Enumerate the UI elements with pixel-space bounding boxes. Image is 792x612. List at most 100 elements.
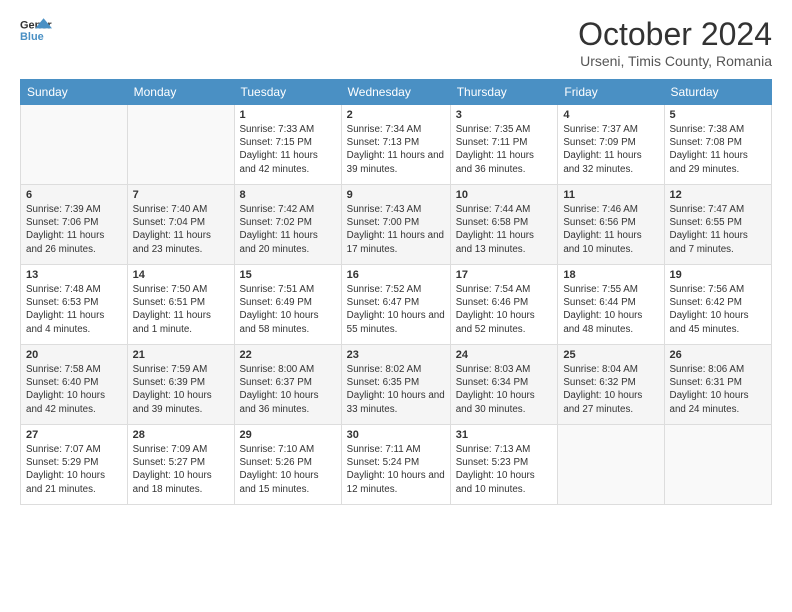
day-info: Sunrise: 7:54 AMSunset: 6:46 PMDaylight:… xyxy=(456,284,535,335)
day-number: 27 xyxy=(26,429,122,441)
calendar-cell: 19 Sunrise: 7:56 AMSunset: 6:42 PMDayligh… xyxy=(664,265,771,345)
calendar-cell xyxy=(664,425,771,505)
day-number: 20 xyxy=(26,349,122,361)
calendar-cell: 11Sunrise: 7:46 AMSunset: 6:56 PMDayligh… xyxy=(558,185,664,265)
month-title: October 2024 xyxy=(578,16,772,53)
page-header: General Blue October 2024 Urseni, Timis … xyxy=(20,16,772,69)
calendar-cell xyxy=(127,105,234,185)
day-info: Sunrise: 8:00 AMSunset: 6:37 PMDaylight:… xyxy=(240,364,319,415)
logo: General Blue xyxy=(20,16,52,44)
day-info: Sunrise: 7:39 AMSunset: 7:06 PMDaylight:… xyxy=(26,204,104,255)
calendar-cell: 24 Sunrise: 8:03 AMSunset: 6:34 PMDayligh… xyxy=(450,345,558,425)
day-info: Sunrise: 7:55 AMSunset: 6:44 PMDaylight:… xyxy=(563,284,642,335)
calendar-week-row: 20Sunrise: 7:58 AMSunset: 6:40 PMDayligh… xyxy=(21,345,772,425)
day-info: Sunrise: 8:03 AMSunset: 6:34 PMDaylight:… xyxy=(456,364,535,415)
day-info: Sunrise: 7:44 AMSunset: 6:58 PMDaylight:… xyxy=(456,204,534,255)
day-info: Sunrise: 7:51 AMSunset: 6:49 PMDaylight:… xyxy=(240,284,319,335)
day-info: Sunrise: 7:07 AMSunset: 5:29 PMDaylight:… xyxy=(26,444,105,495)
calendar-week-row: 27 Sunrise: 7:07 AMSunset: 5:29 PMDayligh… xyxy=(21,425,772,505)
day-info: Sunrise: 7:10 AMSunset: 5:26 PMDaylight:… xyxy=(240,444,319,495)
calendar-cell: 4 Sunrise: 7:37 AMSunset: 7:09 PMDaylight… xyxy=(558,105,664,185)
day-number: 18 xyxy=(563,269,658,281)
calendar-cell: 9Sunrise: 7:43 AMSunset: 7:00 PMDaylight… xyxy=(341,185,450,265)
day-number: 12 xyxy=(670,189,766,201)
calendar-cell: 16Sunrise: 7:52 AMSunset: 6:47 PMDayligh… xyxy=(341,265,450,345)
calendar-cell: 17 Sunrise: 7:54 AMSunset: 6:46 PMDayligh… xyxy=(450,265,558,345)
calendar-week-row: 1Sunrise: 7:33 AMSunset: 7:15 PMDaylight… xyxy=(21,105,772,185)
calendar-cell: 31 Sunrise: 7:13 AMSunset: 5:23 PMDayligh… xyxy=(450,425,558,505)
day-info: Sunrise: 7:33 AMSunset: 7:15 PMDaylight:… xyxy=(240,124,318,175)
calendar-cell xyxy=(558,425,664,505)
title-block: October 2024 Urseni, Timis County, Roman… xyxy=(578,16,772,69)
calendar-cell xyxy=(21,105,128,185)
day-number: 26 xyxy=(670,349,766,361)
day-number: 24 xyxy=(456,349,553,361)
location-subtitle: Urseni, Timis County, Romania xyxy=(578,53,772,69)
calendar-cell: 1Sunrise: 7:33 AMSunset: 7:15 PMDaylight… xyxy=(234,105,341,185)
day-number: 14 xyxy=(133,269,229,281)
weekday-header: Tuesday xyxy=(234,80,341,105)
calendar-cell: 25 Sunrise: 8:04 AMSunset: 6:32 PMDayligh… xyxy=(558,345,664,425)
day-number: 21 xyxy=(133,349,229,361)
day-number: 13 xyxy=(26,269,122,281)
day-info: Sunrise: 7:52 AMSunset: 6:47 PMDaylight:… xyxy=(347,284,445,335)
logo-icon: General Blue xyxy=(20,16,52,44)
day-info: Sunrise: 7:43 AMSunset: 7:00 PMDaylight:… xyxy=(347,204,444,255)
calendar-cell: 5Sunrise: 7:38 AMSunset: 7:08 PMDaylight… xyxy=(664,105,771,185)
day-info: Sunrise: 8:04 AMSunset: 6:32 PMDaylight:… xyxy=(563,364,642,415)
weekday-header: Sunday xyxy=(21,80,128,105)
calendar-week-row: 6 Sunrise: 7:39 AMSunset: 7:06 PMDaylight… xyxy=(21,185,772,265)
calendar-cell: 20Sunrise: 7:58 AMSunset: 6:40 PMDayligh… xyxy=(21,345,128,425)
day-number: 4 xyxy=(563,109,658,121)
weekday-header: Wednesday xyxy=(341,80,450,105)
calendar-cell: 26Sunrise: 8:06 AMSunset: 6:31 PMDayligh… xyxy=(664,345,771,425)
day-info: Sunrise: 7:48 AMSunset: 6:53 PMDaylight:… xyxy=(26,284,104,335)
day-info: Sunrise: 7:50 AMSunset: 6:51 PMDaylight:… xyxy=(133,284,211,335)
day-info: Sunrise: 7:11 AMSunset: 5:24 PMDaylight:… xyxy=(347,444,445,495)
calendar-cell: 18 Sunrise: 7:55 AMSunset: 6:44 PMDayligh… xyxy=(558,265,664,345)
calendar-cell: 30Sunrise: 7:11 AMSunset: 5:24 PMDayligh… xyxy=(341,425,450,505)
day-info: Sunrise: 7:59 AMSunset: 6:39 PMDaylight:… xyxy=(133,364,212,415)
day-info: Sunrise: 7:37 AMSunset: 7:09 PMDaylight:… xyxy=(563,124,641,175)
calendar-cell: 8Sunrise: 7:42 AMSunset: 7:02 PMDaylight… xyxy=(234,185,341,265)
calendar-table: SundayMondayTuesdayWednesdayThursdayFrid… xyxy=(20,79,772,505)
day-info: Sunrise: 7:13 AMSunset: 5:23 PMDaylight:… xyxy=(456,444,535,495)
calendar-cell: 28 Sunrise: 7:09 AMSunset: 5:27 PMDayligh… xyxy=(127,425,234,505)
calendar-cell: 23Sunrise: 8:02 AMSunset: 6:35 PMDayligh… xyxy=(341,345,450,425)
day-number: 23 xyxy=(347,349,445,361)
calendar-cell: 12 Sunrise: 7:47 AMSunset: 6:55 PMDayligh… xyxy=(664,185,771,265)
weekday-header-row: SundayMondayTuesdayWednesdayThursdayFrid… xyxy=(21,80,772,105)
day-info: Sunrise: 7:34 AMSunset: 7:13 PMDaylight:… xyxy=(347,124,444,175)
day-number: 3 xyxy=(456,109,553,121)
day-number: 17 xyxy=(456,269,553,281)
day-info: Sunrise: 7:40 AMSunset: 7:04 PMDaylight:… xyxy=(133,204,211,255)
calendar-cell: 14 Sunrise: 7:50 AMSunset: 6:51 PMDayligh… xyxy=(127,265,234,345)
day-info: Sunrise: 7:42 AMSunset: 7:02 PMDaylight:… xyxy=(240,204,318,255)
day-info: Sunrise: 7:56 AMSunset: 6:42 PMDaylight:… xyxy=(670,284,749,335)
day-info: Sunrise: 7:09 AMSunset: 5:27 PMDaylight:… xyxy=(133,444,212,495)
day-info: Sunrise: 7:47 AMSunset: 6:55 PMDaylight:… xyxy=(670,204,748,255)
svg-text:Blue: Blue xyxy=(20,31,44,43)
day-number: 29 xyxy=(240,429,336,441)
calendar-cell: 27 Sunrise: 7:07 AMSunset: 5:29 PMDayligh… xyxy=(21,425,128,505)
calendar-cell: 7Sunrise: 7:40 AMSunset: 7:04 PMDaylight… xyxy=(127,185,234,265)
day-number: 28 xyxy=(133,429,229,441)
day-number: 10 xyxy=(456,189,553,201)
weekday-header: Monday xyxy=(127,80,234,105)
calendar-cell: 6 Sunrise: 7:39 AMSunset: 7:06 PMDaylight… xyxy=(21,185,128,265)
calendar-cell: 10 Sunrise: 7:44 AMSunset: 6:58 PMDayligh… xyxy=(450,185,558,265)
day-number: 19 xyxy=(670,269,766,281)
calendar-cell: 15Sunrise: 7:51 AMSunset: 6:49 PMDayligh… xyxy=(234,265,341,345)
calendar-cell: 29 Sunrise: 7:10 AMSunset: 5:26 PMDayligh… xyxy=(234,425,341,505)
day-number: 6 xyxy=(26,189,122,201)
day-number: 22 xyxy=(240,349,336,361)
day-number: 31 xyxy=(456,429,553,441)
day-number: 25 xyxy=(563,349,658,361)
calendar-cell: 21 Sunrise: 7:59 AMSunset: 6:39 PMDayligh… xyxy=(127,345,234,425)
calendar-cell: 22 Sunrise: 8:00 AMSunset: 6:37 PMDayligh… xyxy=(234,345,341,425)
calendar-cell: 3 Sunrise: 7:35 AMSunset: 7:11 PMDaylight… xyxy=(450,105,558,185)
weekday-header: Thursday xyxy=(450,80,558,105)
day-number: 11 xyxy=(563,189,658,201)
day-info: Sunrise: 7:35 AMSunset: 7:11 PMDaylight:… xyxy=(456,124,534,175)
weekday-header: Friday xyxy=(558,80,664,105)
